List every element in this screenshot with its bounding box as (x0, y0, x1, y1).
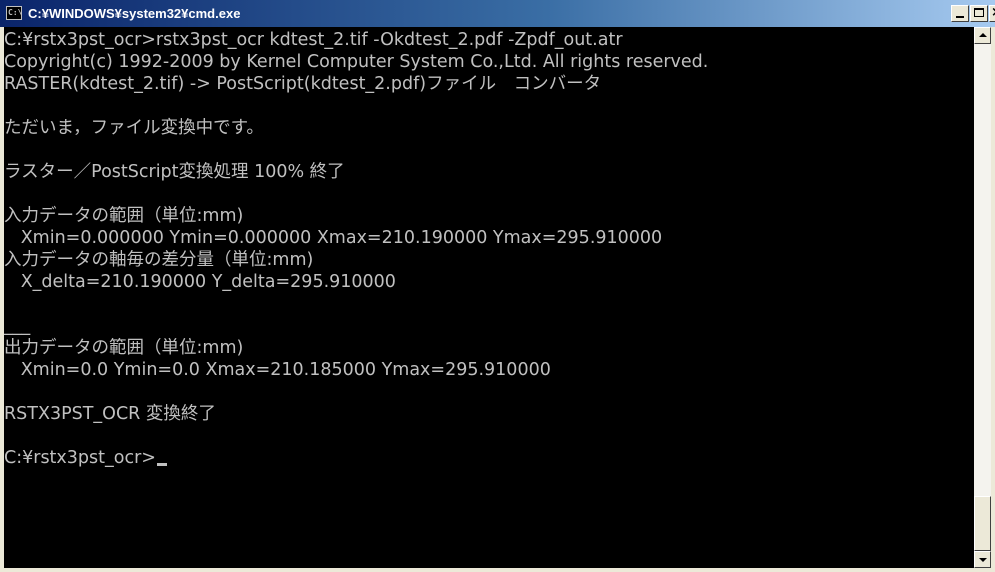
scroll-up-button[interactable] (974, 27, 991, 44)
minimize-button[interactable] (951, 5, 969, 22)
console-line: RASTER(kdtest_2.tif) -> PostScript(kdtes… (4, 74, 602, 94)
window-bottom-border (0, 568, 995, 572)
console-line: ラスター／PostScript変換処理 100% 終了 (4, 162, 345, 182)
scroll-down-arrow-icon (979, 558, 987, 562)
window-right-border (991, 27, 995, 572)
console-line: ___ (4, 316, 31, 336)
console-window-icon[interactable]: C:\ (6, 6, 22, 20)
scroll-down-button[interactable] (974, 551, 991, 568)
cmd-window: C:\ C:¥WINDOWS¥system32¥cmd.exe × C:¥rst… (0, 0, 995, 572)
console-line: 入力データの範囲（単位:mm) (4, 206, 244, 226)
close-button[interactable]: × (989, 5, 995, 22)
window-title: C:¥WINDOWS¥system32¥cmd.exe (28, 6, 241, 21)
maximize-icon (974, 8, 984, 17)
console-line: 出力データの範囲（単位:mm) (4, 338, 244, 358)
scroll-thumb[interactable] (974, 496, 991, 551)
command-prompt: C:¥rstx3pst_ocr> (4, 448, 156, 468)
console-line: X_delta=210.190000 Y_delta=295.910000 (4, 272, 396, 292)
vertical-scrollbar[interactable] (974, 27, 991, 568)
text-cursor (156, 463, 167, 466)
console-line: C:¥rstx3pst_ocr>rstx3pst_ocr kdtest_2.ti… (4, 30, 623, 50)
console-line: Xmin=0.000000 Ymin=0.000000 Xmax=210.190… (4, 228, 663, 248)
console-lines: C:¥rstx3pst_ocr>rstx3pst_ocr kdtest_2.ti… (4, 30, 708, 470)
console-line: ただいま，ファイル変換中です。 (4, 118, 264, 138)
close-icon: × (991, 6, 995, 20)
console-line: Copyright(c) 1992-2009 by Kernel Compute… (4, 52, 709, 72)
console-line: 入力データの軸毎の差分量（単位:mm) (4, 250, 314, 270)
command-prompt-line[interactable]: C:¥rstx3pst_ocr> (4, 448, 708, 470)
console-output[interactable]: C:¥rstx3pst_ocr>rstx3pst_ocr kdtest_2.ti… (4, 27, 974, 568)
console-line: RSTX3PST_OCR 変換終了 (4, 404, 216, 424)
scroll-up-arrow-icon (979, 33, 987, 37)
title-bar[interactable]: C:\ C:¥WINDOWS¥system32¥cmd.exe × (0, 0, 995, 27)
minimize-icon (956, 16, 964, 18)
console-line: Xmin=0.0 Ymin=0.0 Xmax=210.185000 Ymax=2… (4, 360, 551, 380)
maximize-button[interactable] (970, 5, 988, 22)
